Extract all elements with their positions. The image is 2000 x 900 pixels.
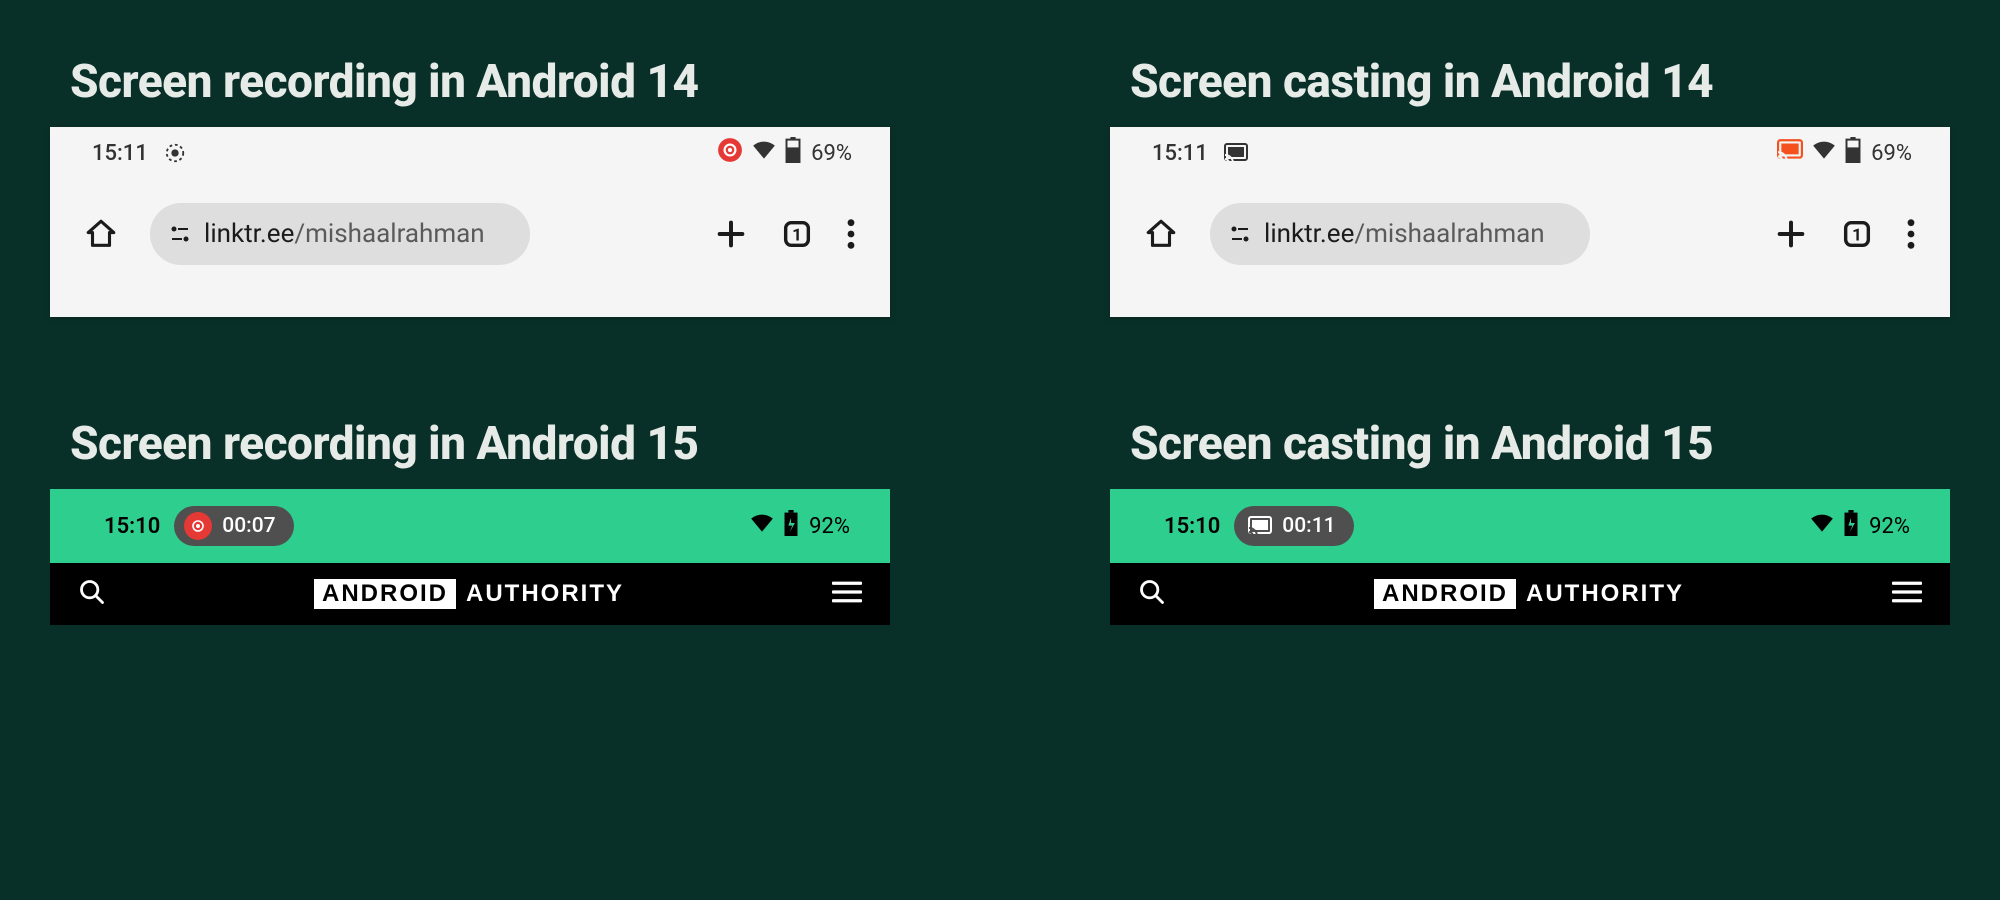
- menu-button[interactable]: [1906, 217, 1916, 251]
- home-button[interactable]: [1144, 217, 1178, 251]
- logo-box: ANDROID: [314, 579, 456, 609]
- wifi-icon: [749, 510, 775, 542]
- panel-casting-a14: Screen casting in Android 14 15:11: [1110, 55, 1950, 317]
- browser-toolbar: linktr.ee/mishaalrahman 1: [1110, 179, 1950, 289]
- new-tab-button[interactable]: [714, 217, 748, 251]
- battery-percent: 69%: [811, 141, 852, 166]
- panel-casting-a15: Screen casting in Android 15 15:10 00:11: [1110, 417, 1950, 625]
- screenshot-card: 15:10 00:07 92%: [50, 489, 890, 625]
- status-bar: 15:10 00:11 92%: [1110, 489, 1950, 563]
- screenshot-card: 15:11 69%: [1110, 127, 1950, 317]
- panel-title: Screen recording in Android 14: [50, 55, 890, 109]
- clock: 15:10: [1164, 514, 1220, 539]
- site-logo[interactable]: ANDROID AUTHORITY: [1374, 579, 1684, 609]
- battery-percent: 92%: [1869, 514, 1910, 539]
- svg-text:1: 1: [1852, 225, 1862, 245]
- new-tab-button[interactable]: [1774, 217, 1808, 251]
- panel-title: Screen casting in Android 14: [1110, 55, 1950, 109]
- logo-text: AUTHORITY: [466, 580, 624, 608]
- wifi-icon: [1809, 510, 1835, 542]
- home-button[interactable]: [84, 217, 118, 251]
- clock: 15:10: [104, 514, 160, 539]
- cast-indicator-icon: [1224, 143, 1248, 163]
- logo-box: ANDROID: [1374, 579, 1516, 609]
- url-text: linktr.ee/mishaalrahman: [204, 219, 485, 249]
- hamburger-button[interactable]: [1892, 580, 1922, 608]
- battery-icon: [1843, 510, 1859, 542]
- app-header: ANDROID AUTHORITY: [1110, 563, 1950, 625]
- casting-timer: 00:11: [1282, 514, 1335, 538]
- recording-status-icon: [717, 137, 743, 169]
- app-header: ANDROID AUTHORITY: [50, 563, 890, 625]
- address-bar[interactable]: linktr.ee/mishaalrahman: [150, 203, 530, 265]
- casting-chip[interactable]: 00:11: [1234, 506, 1353, 546]
- search-button[interactable]: [78, 578, 106, 610]
- tabs-button[interactable]: 1: [780, 217, 814, 251]
- recording-chip[interactable]: 00:07: [174, 506, 293, 546]
- panel-title: Screen recording in Android 15: [50, 417, 890, 471]
- clock: 15:11: [92, 141, 148, 166]
- recording-indicator-icon: [164, 142, 186, 164]
- battery-icon: [1845, 137, 1861, 169]
- battery-icon: [783, 510, 799, 542]
- clock: 15:11: [1152, 141, 1208, 166]
- status-bar: 15:10 00:07 92%: [50, 489, 890, 563]
- site-logo[interactable]: ANDROID AUTHORITY: [314, 579, 624, 609]
- panel-recording-a15: Screen recording in Android 15 15:10 00:…: [50, 417, 890, 625]
- url-text: linktr.ee/mishaalrahman: [1264, 219, 1545, 249]
- recording-timer: 00:07: [222, 514, 275, 538]
- browser-toolbar: linktr.ee/mishaalrahman 1: [50, 179, 890, 289]
- screenshot-card: 15:11 69%: [50, 127, 890, 317]
- cast-icon: [1244, 516, 1272, 536]
- recording-dot-icon: [184, 512, 212, 540]
- tabs-button[interactable]: 1: [1840, 217, 1874, 251]
- battery-percent: 92%: [809, 514, 850, 539]
- status-bar: 15:11 69%: [1110, 127, 1950, 179]
- wifi-icon: [751, 137, 777, 169]
- screenshot-card: 15:10 00:11 92%: [1110, 489, 1950, 625]
- panel-recording-a14: Screen recording in Android 14 15:11: [50, 55, 890, 317]
- panel-title: Screen casting in Android 15: [1110, 417, 1950, 471]
- search-button[interactable]: [1138, 578, 1166, 610]
- site-settings-icon[interactable]: [168, 222, 192, 246]
- logo-text: AUTHORITY: [1526, 580, 1684, 608]
- menu-button[interactable]: [846, 217, 856, 251]
- wifi-icon: [1811, 137, 1837, 169]
- hamburger-button[interactable]: [832, 580, 862, 608]
- address-bar[interactable]: linktr.ee/mishaalrahman: [1210, 203, 1590, 265]
- battery-percent: 69%: [1871, 141, 1912, 166]
- battery-icon: [785, 137, 801, 169]
- cast-status-icon: [1777, 139, 1803, 167]
- svg-text:1: 1: [792, 225, 802, 245]
- site-settings-icon[interactable]: [1228, 222, 1252, 246]
- status-bar: 15:11 69%: [50, 127, 890, 179]
